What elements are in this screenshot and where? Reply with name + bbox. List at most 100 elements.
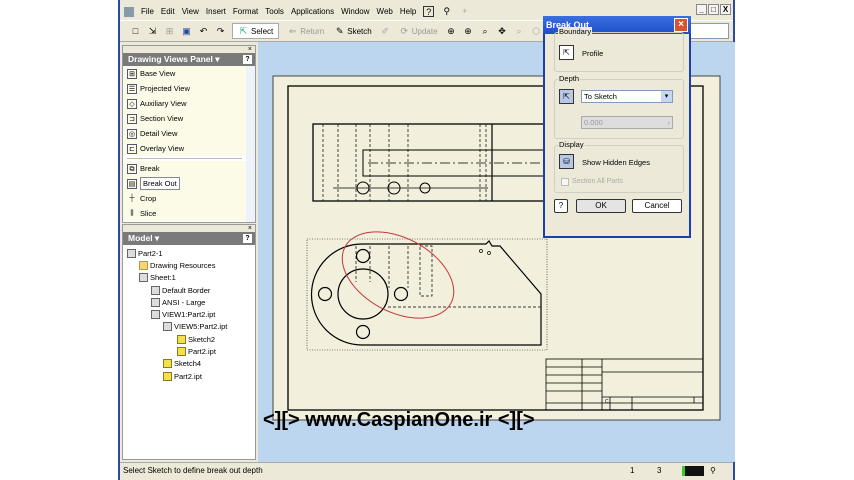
tree-node[interactable]: Drawing Resources — [127, 259, 255, 271]
close-button[interactable]: X — [720, 4, 731, 15]
show-hidden-label: Show Hidden Edges — [582, 158, 650, 167]
inventor-window: File Edit View Insert Format Tools Appli… — [118, 0, 735, 480]
cancel-button[interactable]: Cancel — [632, 199, 682, 213]
item-label: Detail View — [140, 129, 178, 138]
edit-sketch-icon[interactable]: ✐ — [380, 26, 391, 37]
model-tree: Part2-1 Drawing Resources Sheet:1 Defaul… — [123, 245, 255, 382]
panel-header[interactable]: Drawing Views Panel ▾? — [123, 53, 255, 66]
show-hidden-edges-toggle[interactable]: ⛁ — [559, 154, 574, 169]
update-button[interactable]: ⟳ Update — [397, 23, 440, 39]
help-icon[interactable]: ? — [423, 6, 435, 17]
zoom-icon[interactable]: ⌕ — [480, 26, 491, 37]
menu-help[interactable]: Help — [400, 7, 416, 16]
panel-title: Drawing Views Panel ▾ — [128, 54, 220, 64]
chevron-down-icon[interactable]: ▾ — [661, 91, 672, 102]
tree-node[interactable]: VIEW5:Part2.ipt — [127, 321, 255, 333]
base-view-item[interactable]: ⊞ Base View — [123, 66, 246, 81]
help-button[interactable]: ? — [554, 199, 568, 213]
ok-button[interactable]: OK — [576, 199, 626, 213]
folder-icon — [139, 260, 148, 270]
save-icon[interactable]: ▣ — [181, 26, 192, 37]
menu-insert[interactable]: Insert — [206, 7, 226, 16]
tree-node[interactable]: VIEW1:Part2.ipt — [127, 308, 255, 320]
project-icon[interactable]: ⊞ — [164, 26, 175, 37]
tree-node[interactable]: ANSI - Large — [127, 296, 255, 308]
item-label: Section View — [140, 114, 184, 123]
close-icon[interactable]: × — [674, 18, 688, 32]
menu-web[interactable]: Web — [377, 7, 393, 16]
pin-icon[interactable]: ⚲ — [441, 6, 452, 17]
section-view-item[interactable]: ⊐ Section View — [123, 111, 246, 126]
model-header[interactable]: Model ▾? — [123, 232, 255, 245]
help-icon[interactable]: ? — [243, 55, 252, 64]
status-count-2: 3 — [657, 466, 662, 475]
menu-applications[interactable]: Applications — [291, 7, 334, 16]
base-view-icon: ⊞ — [127, 68, 137, 79]
tree-node[interactable]: Sketch2 — [127, 333, 255, 345]
minimize-button[interactable]: _ — [696, 4, 707, 15]
tree-node[interactable]: Part2.ipt — [127, 370, 255, 382]
overlay-view-item[interactable]: ⊏ Overlay View — [123, 141, 246, 156]
item-label: Projected View — [140, 84, 190, 93]
panel-grip[interactable]: × — [123, 225, 255, 232]
plus-icon[interactable]: + — [459, 6, 470, 17]
drawing-icon — [127, 248, 136, 258]
panel-grip[interactable]: × — [123, 46, 255, 53]
projected-view-item[interactable]: ☰ Projected View — [123, 81, 246, 96]
tree-node[interactable]: Part2.ipt — [127, 345, 255, 357]
menu-tools[interactable]: Tools — [265, 7, 284, 16]
new-icon[interactable]: □ — [130, 26, 141, 37]
zoom-all-icon[interactable]: ⊕ — [446, 26, 457, 37]
sketch-icon — [177, 334, 186, 344]
pan-icon[interactable]: ✥ — [497, 26, 508, 37]
auxiliary-view-item[interactable]: ◇ Auxiliary View — [123, 96, 246, 111]
depth-value: 0.000 — [584, 118, 603, 127]
node-label: Part2.ipt — [174, 371, 202, 381]
view-cube-icon[interactable]: ⬡ — [531, 26, 542, 37]
node-label: Part2.ipt — [188, 347, 216, 357]
sketch-icon: ✎ — [335, 25, 344, 36]
node-label: Default Border — [162, 285, 211, 295]
title-block-icon — [151, 297, 160, 307]
restore-button[interactable]: □ — [708, 4, 719, 15]
redo-icon[interactable]: ↷ — [215, 26, 226, 37]
help-icon[interactable]: ? — [243, 234, 252, 243]
model-browser: × Model ▾? Part2-1 Drawing Resources She… — [122, 224, 256, 460]
tree-node[interactable]: Sheet:1 — [127, 272, 255, 284]
node-label: VIEW1:Part2.ipt — [162, 310, 216, 320]
title-block-size: C — [605, 399, 609, 405]
menu-window[interactable]: Window — [341, 7, 369, 16]
sketch-button[interactable]: ✎ Sketch — [332, 23, 373, 39]
undo-icon[interactable]: ↶ — [198, 26, 209, 37]
node-label: ANSI - Large — [162, 297, 206, 307]
break-out-item[interactable]: ▤ Break Out — [123, 176, 246, 191]
return-button[interactable]: ⇐ Return — [285, 23, 326, 39]
zoom-selected-icon[interactable]: ⌕ — [514, 26, 525, 37]
panel-scrollbar[interactable] — [246, 66, 255, 222]
boundary-group: Boundary ⇱ Profile — [554, 27, 684, 72]
profile-select-button[interactable]: ⇱ — [559, 45, 574, 60]
menu-file[interactable]: File — [141, 7, 154, 16]
depth-select-button[interactable]: ⇱ — [559, 89, 574, 104]
view-icon — [163, 322, 172, 332]
open-icon[interactable]: ⇲ — [147, 26, 158, 37]
return-label: Return — [300, 26, 325, 36]
depth-dropdown[interactable]: To Sketch ▾ — [581, 90, 673, 103]
part-icon — [177, 347, 186, 357]
tree-node[interactable]: Sketch4 — [127, 358, 255, 370]
menu-format[interactable]: Format — [233, 7, 258, 16]
menu-view[interactable]: View — [182, 7, 199, 16]
menu-edit[interactable]: Edit — [161, 7, 175, 16]
node-label: VIEW5:Part2.ipt — [174, 322, 228, 332]
break-item[interactable]: ⧉ Break — [123, 161, 246, 176]
tree-node[interactable]: Default Border — [127, 284, 255, 296]
slice-item[interactable]: ⫼ Slice — [123, 206, 246, 221]
break-out-dialog: Break Out × Boundary ⇱ Profile Depth ⇱ To… — [543, 16, 691, 238]
item-label: Base View — [140, 69, 176, 78]
select-button[interactable]: ⇱ Select — [232, 23, 280, 39]
zoom-window-icon[interactable]: ⊕ — [463, 26, 474, 37]
tree-node[interactable]: Part2-1 — [127, 247, 255, 259]
crop-item[interactable]: ┼ Crop — [123, 191, 246, 206]
watermark: <][> www.CaspianOne.ir <][> — [263, 409, 535, 431]
detail-view-item[interactable]: ◎ Detail View — [123, 126, 246, 141]
